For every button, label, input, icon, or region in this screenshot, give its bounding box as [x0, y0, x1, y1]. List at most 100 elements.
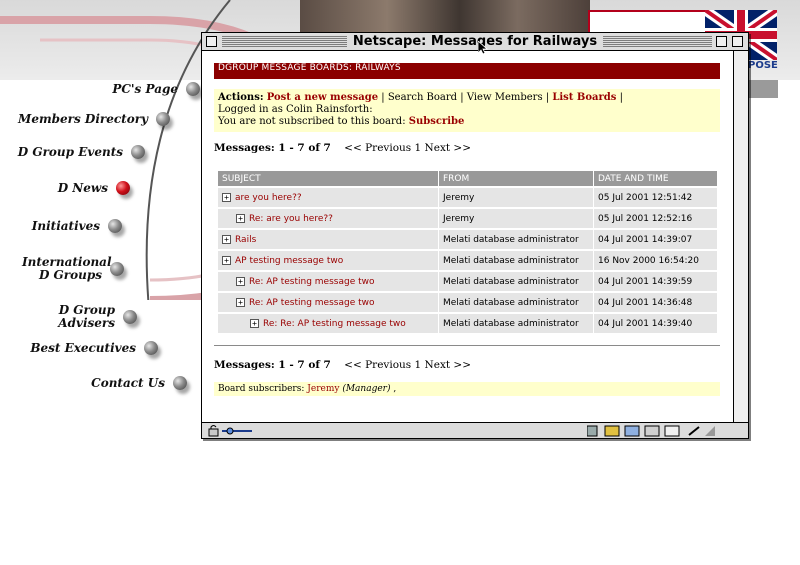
actions-label: Actions: — [218, 92, 264, 103]
nav-d-group-events[interactable]: D Group Events — [10, 145, 145, 159]
message-subject-link[interactable]: Rails — [235, 235, 256, 245]
from-cell: Melati database administrator — [439, 293, 594, 312]
nav-bullet-icon — [156, 112, 170, 126]
expand-thread-icon[interactable]: + — [236, 298, 245, 307]
table-row[interactable]: + Re: are you here?? Jeremy 05 Jul 2001 12:… — [218, 209, 718, 228]
list-boards-link[interactable]: List Boards — [552, 92, 616, 103]
date-cell: 04 Jul 2001 14:36:48 — [594, 293, 718, 312]
not-subscribed-text: You are not subscribed to this board: — [218, 116, 406, 127]
nav-label: International D Groups — [22, 255, 112, 282]
component-bar-icons[interactable] — [587, 425, 727, 437]
window-title-wrap: Netscape: Messages for Railways — [202, 34, 748, 49]
view-members-link[interactable]: View Members — [467, 92, 543, 103]
nav-bullet-icon — [123, 310, 137, 324]
nav-bullet-icon — [173, 376, 187, 390]
nav-initiatives[interactable]: Initiatives — [10, 219, 122, 233]
nav-d-news[interactable]: D News — [10, 181, 130, 195]
pager-top: Messages: 1 - 7 of 7 << Previous 1 Next … — [214, 142, 720, 156]
nav-contact-us[interactable]: Contact Us — [10, 376, 187, 390]
subject-cell: + Re: Re: AP testing message two — [218, 314, 439, 333]
nav-bullet-icon — [144, 341, 158, 355]
date-cell: 05 Jul 2001 12:52:16 — [594, 209, 718, 228]
from-cell: Melati database administrator — [439, 230, 594, 249]
subscribers-label: Board subscribers: — [218, 384, 305, 394]
nav-international-d-groups[interactable]: International D Groups — [10, 256, 124, 282]
nav-best-executives[interactable]: Best Executives — [10, 341, 158, 355]
subject-cell: + Re: AP testing message two — [218, 272, 439, 291]
message-subject-link[interactable]: AP testing message two — [235, 256, 343, 266]
message-subject-link[interactable]: Re: AP testing message two — [249, 277, 375, 287]
subject-cell: + AP testing message two — [218, 251, 439, 270]
post-new-message-link[interactable]: Post a new message — [267, 92, 378, 103]
from-cell: Melati database administrator — [439, 314, 594, 333]
column-header-date: DATE AND TIME — [594, 171, 718, 186]
nav-d-group-advisers[interactable]: D Group Advisers — [10, 304, 137, 330]
nav-label: D News — [57, 180, 108, 195]
subject-cell: + Rails — [218, 230, 439, 249]
site-grey-bar — [748, 80, 778, 98]
collapse-box-icon[interactable] — [732, 36, 743, 47]
zoom-box-icon[interactable] — [716, 36, 727, 47]
divider — [214, 345, 720, 346]
column-header-subject: SUBJECT — [218, 171, 439, 186]
search-board-link[interactable]: Search Board — [388, 92, 457, 103]
window-titlebar[interactable]: Netscape: Messages for Railways — [202, 33, 748, 51]
date-cell: 16 Nov 2000 16:54:20 — [594, 251, 718, 270]
nav-bullet-icon — [131, 145, 145, 159]
site-logo-text: POSE — [748, 60, 778, 71]
next-link[interactable]: Next >> — [425, 142, 471, 154]
from-cell: Jeremy — [439, 188, 594, 207]
message-subject-link[interactable]: are you here?? — [235, 193, 302, 203]
table-header-row: SUBJECT FROM DATE AND TIME — [218, 171, 718, 186]
expand-thread-icon[interactable]: + — [222, 256, 231, 265]
table-row[interactable]: + Re: Re: AP testing message two Melati da… — [218, 314, 718, 333]
table-row[interactable]: + Rails Melati database administrator 04 Ju… — [218, 230, 718, 249]
subscribers-tail: , — [393, 384, 397, 394]
expand-thread-icon[interactable]: + — [236, 277, 245, 286]
page-number[interactable]: 1 — [415, 359, 422, 371]
nav-members-directory[interactable]: Members Directory — [10, 112, 170, 126]
mouse-cursor-icon — [478, 41, 488, 55]
date-cell: 04 Jul 2001 14:39:40 — [594, 314, 718, 333]
status-bar — [202, 422, 748, 438]
pager-count: Messages: 1 - 7 of 7 — [214, 359, 331, 371]
previous-link[interactable]: << Previous — [344, 359, 411, 371]
expand-thread-icon[interactable]: + — [236, 214, 245, 223]
next-link[interactable]: Next >> — [425, 359, 471, 371]
pager-count: Messages: 1 - 7 of 7 — [214, 142, 331, 154]
pager-bottom: Messages: 1 - 7 of 7 << Previous 1 Next … — [214, 359, 720, 373]
date-cell: 04 Jul 2001 14:39:59 — [594, 272, 718, 291]
nav-label: Members Directory — [18, 111, 148, 126]
nav-bullet-icon — [110, 262, 124, 276]
previous-link[interactable]: << Previous — [344, 142, 411, 154]
message-subject-link[interactable]: Re: AP testing message two — [249, 298, 375, 308]
logged-in-text: Logged in as Colin Rainsforth: — [218, 104, 373, 115]
subject-cell: + are you here?? — [218, 188, 439, 207]
subscribe-link[interactable]: Subscribe — [409, 116, 465, 127]
expand-thread-icon[interactable]: + — [222, 235, 231, 244]
window-title: Netscape: Messages for Railways — [346, 34, 604, 49]
page-number[interactable]: 1 — [415, 142, 422, 154]
subscribers-panel: Board subscribers: Jeremy (Manager) , — [214, 382, 720, 396]
message-subject-link[interactable]: Re: Re: AP testing message two — [263, 319, 406, 329]
browser-window: Netscape: Messages for Railways DGROUP M… — [201, 32, 749, 439]
column-header-from: FROM — [439, 171, 594, 186]
nav-pcs-page[interactable]: PC's Page — [60, 82, 200, 96]
vertical-scrollbar[interactable] — [733, 51, 748, 423]
table-row[interactable]: + are you here?? Jeremy 05 Jul 2001 12:51:4… — [218, 188, 718, 207]
subscriber-link[interactable]: Jeremy — [307, 384, 339, 394]
security-lock-icon[interactable] — [208, 425, 254, 437]
from-cell: Melati database administrator — [439, 251, 594, 270]
table-row[interactable]: + Re: AP testing message two Melati databa… — [218, 293, 718, 312]
expand-thread-icon[interactable]: + — [250, 319, 259, 328]
page-content: DGROUP MESSAGE BOARDS: RAILWAYS Actions:… — [214, 63, 720, 396]
nav-label: D Group Advisers — [58, 303, 115, 330]
nav-label: D Group Events — [17, 144, 123, 159]
message-subject-link[interactable]: Re: are you here?? — [249, 214, 333, 224]
from-cell: Melati database administrator — [439, 272, 594, 291]
expand-thread-icon[interactable]: + — [222, 193, 231, 202]
nav-label: Contact Us — [91, 375, 165, 390]
table-row[interactable]: + AP testing message two Melati database a… — [218, 251, 718, 270]
table-row[interactable]: + Re: AP testing message two Melati databa… — [218, 272, 718, 291]
messages-table: SUBJECT FROM DATE AND TIME + are you here… — [218, 169, 718, 335]
